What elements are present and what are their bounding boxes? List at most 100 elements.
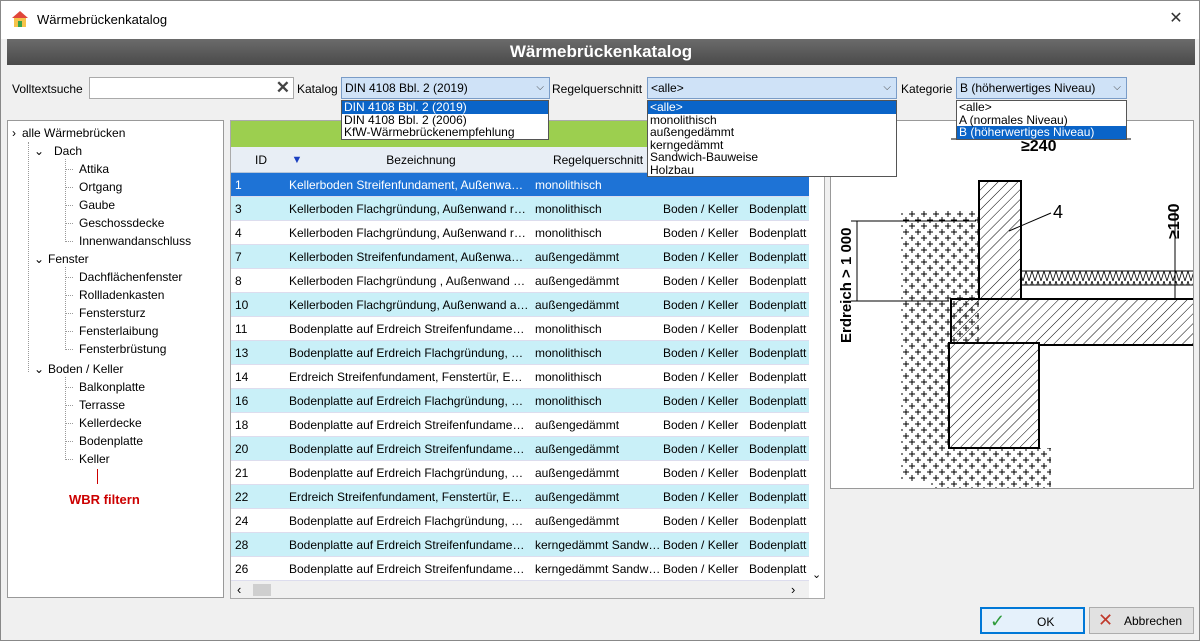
table-cell: Kellerboden Streifenfundament, Außenwa… (289, 178, 524, 192)
table-cell: 22 (235, 490, 249, 504)
table-row[interactable]: 4 Kellerboden Flachgründung, Außenwand r…… (231, 221, 809, 245)
tree-item-ortgang[interactable]: Ortgang (79, 180, 122, 194)
tree-item-terrasse[interactable]: Terrasse (79, 398, 125, 412)
table-row[interactable]: 13 Bodenplatte auf Erdreich Flachgründung… (231, 341, 809, 365)
tree-item-rollladenkasten[interactable]: Rollladenkasten (79, 288, 164, 302)
table-cell: monolithisch (535, 322, 602, 336)
table-row[interactable]: 22 Erdreich Streifenfundament, Fenstertür… (231, 485, 809, 509)
regel-option[interactable]: <alle> (648, 101, 896, 114)
table-row[interactable]: 20 Bodenplatte auf Erdreich Streifenfunda… (231, 437, 809, 461)
table-cell: Bodenplatte auf Erdreich Flachgründung, … (289, 466, 524, 480)
kategorie-option[interactable]: B (höherwertiges Niveau) (957, 126, 1126, 139)
catalog-dropdown-list: DIN 4108 Bbl. 2 (2019) DIN 4108 Bbl. 2 (… (341, 100, 549, 140)
chevron-down-icon[interactable]: ⌄ (34, 144, 44, 158)
table-cell: Boden / Keller (663, 226, 739, 240)
clear-icon[interactable]: ✕ (276, 79, 290, 97)
table-row[interactable]: 16 Bodenplatte auf Erdreich Flachgründung… (231, 389, 809, 413)
regel-option[interactable]: außengedämmt (648, 126, 896, 139)
tree-item-kellerdecke[interactable]: Kellerdecke (79, 416, 142, 430)
tree-item-keller[interactable]: Keller (79, 452, 110, 466)
table-row[interactable]: 8 Kellerboden Flachgründung , Außenwand …… (231, 269, 809, 293)
table-row[interactable]: 7 Kellerboden Streifenfundament, Außenwa…… (231, 245, 809, 269)
tree-item-dachflaechenfenster[interactable]: Dachflächenfenster (79, 270, 182, 284)
table-cell: Erdreich Streifenfundament, Fenstertür, … (289, 490, 523, 504)
kategorie-option[interactable]: <alle> (957, 101, 1126, 114)
tree-root-expander[interactable]: › (12, 126, 16, 140)
table-cell: Bodenplatt (749, 490, 807, 504)
table-cell: außengedämmt (535, 490, 620, 504)
catalog-option[interactable]: KfW-Wärmebrückenempfehlung (342, 126, 548, 139)
table-row[interactable]: 26 Bodenplatte auf Erdreich Streifenfunda… (231, 557, 809, 581)
banner-title: Wärmebrückenkatalog (7, 39, 1195, 65)
ok-button[interactable]: ✓ OK (980, 607, 1085, 634)
chevron-down-icon[interactable]: ⌄ (34, 252, 44, 266)
table-row[interactable]: 24 Bodenplatte auf Erdreich Flachgründung… (231, 509, 809, 533)
kategorie-select[interactable]: B (höherwertiges Niveau) ⌵ (956, 77, 1127, 99)
scroll-right-icon[interactable]: › (791, 582, 795, 597)
table-cell: Kellerboden Flachgründung, Außenwand r… (289, 202, 526, 216)
table-row[interactable]: 3 Kellerboden Flachgründung, Außenwand r…… (231, 197, 809, 221)
horizontal-scrollbar[interactable]: ‹ › (231, 581, 809, 598)
table-cell: 26 (235, 562, 249, 576)
scroll-left-icon[interactable]: ‹ (237, 582, 241, 597)
checkmark-icon: ✓ (990, 611, 1006, 631)
table-cell: monolithisch (535, 346, 602, 360)
tree-item-attika[interactable]: Attika (79, 162, 109, 176)
table-cell: 28 (235, 538, 249, 552)
sort-down-icon[interactable]: ▼ (291, 154, 303, 166)
tree-item-fensterbruestung[interactable]: Fensterbrüstung (79, 342, 166, 356)
chevron-down-icon[interactable]: ⌄ (34, 362, 44, 376)
regelquerschnitt-select[interactable]: <alle> ⌵ (647, 77, 897, 99)
table-cell: Bodenplatt (749, 562, 807, 576)
dialog-window: Wärmebrückenkatalog ✕ Wärmebrückenkatalo… (0, 0, 1200, 641)
regel-option[interactable]: Holzbau (648, 164, 896, 177)
table-cell: Bodenplatt (749, 514, 807, 528)
table-cell: Bodenplatte auf Erdreich Streifenfundame… (289, 538, 525, 552)
table-cell: Boden / Keller (663, 322, 739, 336)
column-header-regelquerschnitt[interactable]: Regelquerschnitt (536, 153, 660, 167)
tree-item-gaube[interactable]: Gaube (79, 198, 115, 212)
table-cell: monolithisch (535, 226, 602, 240)
table-row[interactable]: 10 Kellerboden Flachgründung, Außenwand a… (231, 293, 809, 317)
cancel-button[interactable]: ✕ Abbrechen (1089, 607, 1194, 634)
fulltext-search-input[interactable]: ✕ (89, 77, 294, 99)
regel-option[interactable]: Sandwich-Bauweise (648, 151, 896, 164)
table-cell: 3 (235, 202, 242, 216)
table-cell: Bodenplatt (749, 202, 807, 216)
column-header-bezeichnung[interactable]: Bezeichnung (341, 153, 501, 167)
table-cell: Bodenplatt (749, 226, 807, 240)
tree-group-fenster[interactable]: Fenster (48, 252, 89, 266)
tree-item-innenwandanschluss[interactable]: Innenwandanschluss (79, 234, 191, 248)
tree-root[interactable]: alle Wärmebrücken (22, 126, 125, 140)
tree-item-fenstersturz[interactable]: Fenstersturz (79, 306, 146, 320)
scroll-down-icon[interactable]: ⌄ (812, 568, 821, 581)
table-row[interactable]: 11 Bodenplatte auf Erdreich Streifenfunda… (231, 317, 809, 341)
chevron-down-icon: ⌵ (1113, 82, 1121, 93)
catalog-select[interactable]: DIN 4108 Bbl. 2 (2019) ⌵ (341, 77, 550, 99)
regelquerschnitt-dropdown-list: <alle> monolithisch außengedämmt kernged… (647, 100, 897, 177)
table-row[interactable]: 18 Bodenplatte auf Erdreich Streifenfunda… (231, 413, 809, 437)
title-bar: Wärmebrückenkatalog ✕ (1, 1, 1199, 39)
scroll-thumb[interactable] (253, 584, 271, 596)
window-title: Wärmebrückenkatalog (37, 12, 168, 27)
table-cell: 21 (235, 466, 249, 480)
table-cell: Bodenplatt (749, 370, 807, 384)
tree-group-dach[interactable]: Dach (54, 144, 82, 158)
close-icon[interactable]: ✕ (1153, 1, 1199, 39)
vertical-scrollbar[interactable]: ⌄ (809, 173, 824, 583)
table-row[interactable]: 28 Bodenplatte auf Erdreich Streifenfunda… (231, 533, 809, 557)
table-cell: Boden / Keller (663, 370, 739, 384)
tree-item-geschossdecke[interactable]: Geschossdecke (79, 216, 164, 230)
column-header-id[interactable]: ID (249, 153, 273, 167)
catalog-option[interactable]: DIN 4108 Bbl. 2 (2019) (342, 101, 548, 114)
table-cell: außengedämmt (535, 442, 620, 456)
table-row[interactable]: 14 Erdreich Streifenfundament, Fenstertür… (231, 365, 809, 389)
tree-group-boden-keller[interactable]: Boden / Keller (48, 362, 123, 376)
tree-item-balkonplatte[interactable]: Balkonplatte (79, 380, 145, 394)
table-cell: 8 (235, 274, 242, 288)
tree-item-fensterlaibung[interactable]: Fensterlaibung (79, 324, 158, 338)
table-cell: Bodenplatt (749, 418, 807, 432)
tree-item-bodenplatte[interactable]: Bodenplatte (79, 434, 143, 448)
chevron-down-icon: ⌵ (883, 82, 891, 93)
table-row[interactable]: 21 Bodenplatte auf Erdreich Flachgründung… (231, 461, 809, 485)
